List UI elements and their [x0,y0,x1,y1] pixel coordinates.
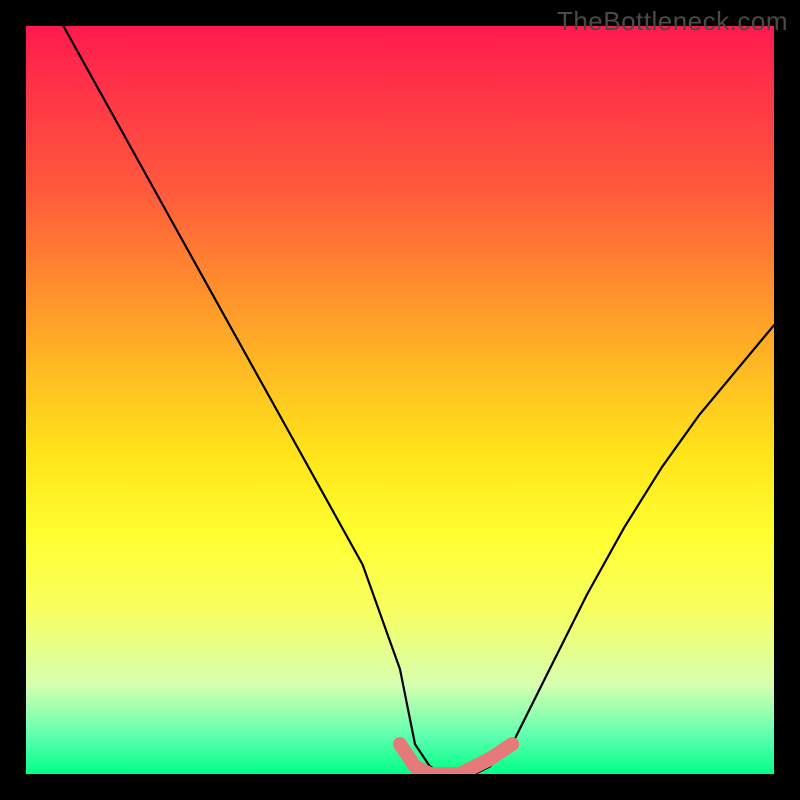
watermark-text: TheBottleneck.com [557,6,788,37]
chart-frame: TheBottleneck.com [0,0,800,800]
chart-plot-area [26,26,774,774]
bottleneck-curve-line [63,26,774,774]
chart-svg [26,26,774,774]
